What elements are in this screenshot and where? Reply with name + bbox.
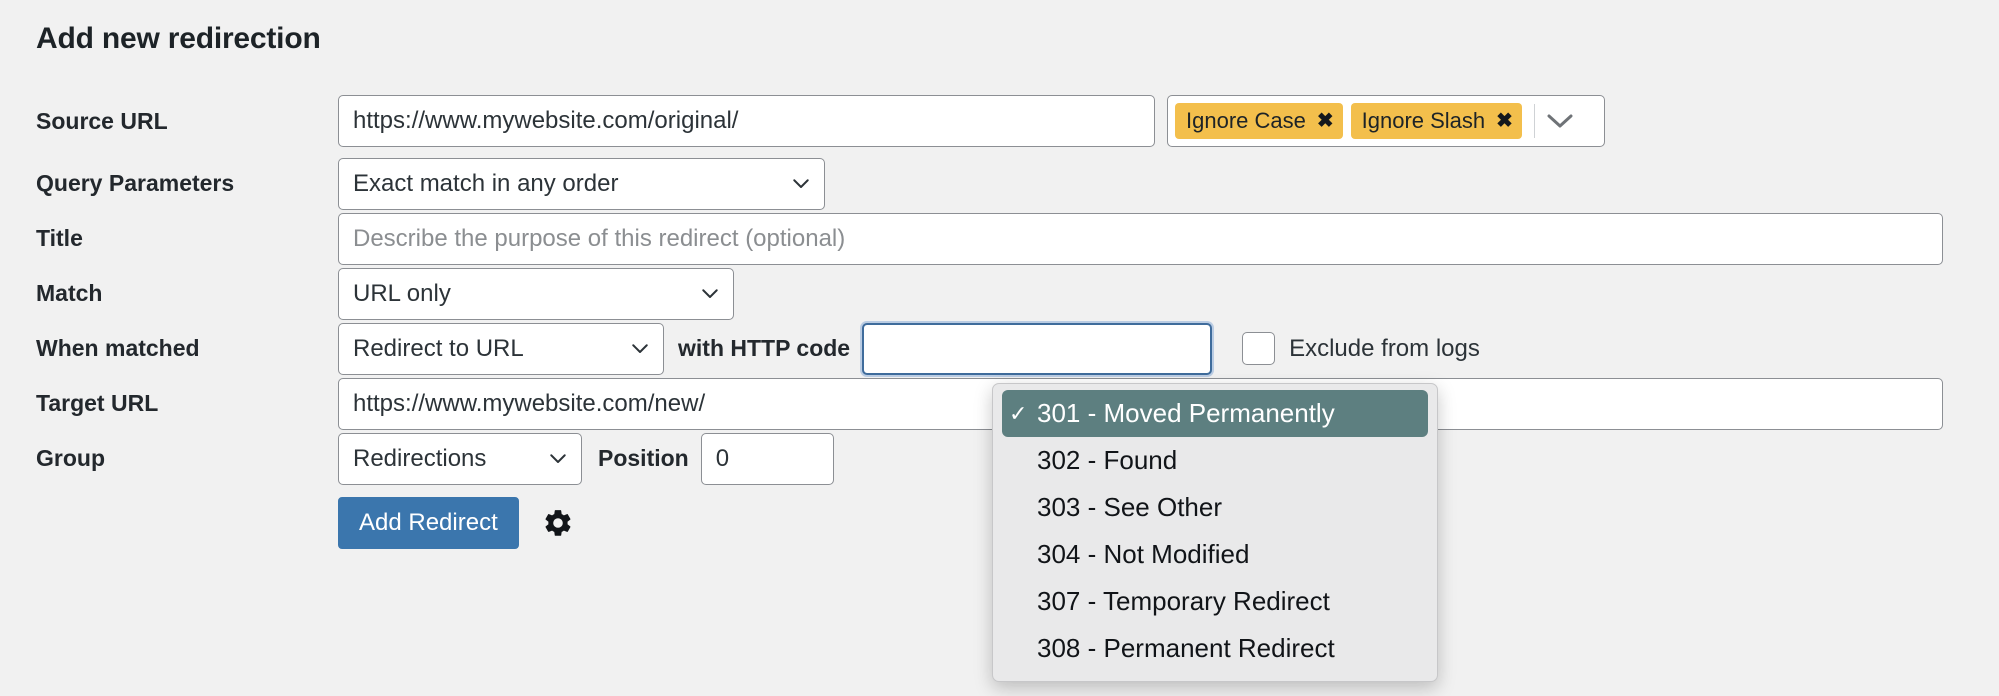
chevron-down-icon xyxy=(549,450,567,468)
dropdown-option-303[interactable]: 303 - See Other xyxy=(993,484,1437,531)
title-input[interactable]: Describe the purpose of this redirect (o… xyxy=(338,213,1943,265)
match-select[interactable]: URL only xyxy=(338,268,734,320)
title-label: Title xyxy=(0,225,338,252)
source-url-field-area: https://www.mywebsite.com/original/ Igno… xyxy=(338,95,1999,147)
group-label: Group xyxy=(0,445,338,472)
gear-icon[interactable] xyxy=(541,506,575,540)
match-label: Match xyxy=(0,280,338,307)
flags-divider xyxy=(1534,104,1535,138)
http-code-select[interactable] xyxy=(862,323,1212,375)
flag-tag-label: Ignore Case xyxy=(1186,108,1306,134)
dropdown-option-label: 303 - See Other xyxy=(1037,492,1222,523)
flag-tag-label: Ignore Slash xyxy=(1362,108,1486,134)
query-parameters-label: Query Parameters xyxy=(0,170,338,197)
form-row-query-parameters: Query Parameters Exact match in any orde… xyxy=(0,156,1999,211)
remove-flag-icon[interactable]: ✖ xyxy=(1496,111,1513,131)
chevron-down-icon xyxy=(792,175,810,193)
when-matched-field-area: Redirect to URL with HTTP code Exclude f… xyxy=(338,323,1999,375)
query-parameters-select[interactable]: Exact match in any order xyxy=(338,158,825,210)
dropdown-option-label: 302 - Found xyxy=(1037,445,1177,476)
match-select-value: URL only xyxy=(353,280,451,308)
form-row-match: Match URL only xyxy=(0,266,1999,321)
title-field-area: Describe the purpose of this redirect (o… xyxy=(338,213,1999,265)
when-matched-select[interactable]: Redirect to URL xyxy=(338,323,664,375)
chevron-down-icon xyxy=(631,340,649,358)
target-url-label: Target URL xyxy=(0,390,338,417)
page-title: Add new redirection xyxy=(36,22,321,56)
dropdown-option-label: 301 - Moved Permanently xyxy=(1037,398,1335,429)
dropdown-option-308[interactable]: 308 - Permanent Redirect xyxy=(993,625,1437,672)
group-select-value: Redirections xyxy=(353,445,486,473)
match-field-area: URL only xyxy=(338,268,1999,320)
form-row-title: Title Describe the purpose of this redir… xyxy=(0,211,1999,266)
dropdown-option-label: 308 - Permanent Redirect xyxy=(1037,633,1335,664)
add-redirect-button[interactable]: Add Redirect xyxy=(338,497,519,549)
source-url-label: Source URL xyxy=(0,108,338,135)
form-row-source-url: Source URL https://www.mywebsite.com/ori… xyxy=(0,86,1999,156)
source-url-input[interactable]: https://www.mywebsite.com/original/ xyxy=(338,95,1155,147)
form-row-when-matched: When matched Redirect to URL with HTTP c… xyxy=(0,321,1999,376)
exclude-from-logs-label: Exclude from logs xyxy=(1289,335,1480,363)
dropdown-option-label: 307 - Temporary Redirect xyxy=(1037,586,1330,617)
exclude-from-logs-control[interactable]: Exclude from logs xyxy=(1242,332,1480,365)
position-input[interactable]: 0 xyxy=(701,433,834,485)
dropdown-option-307[interactable]: 307 - Temporary Redirect xyxy=(993,578,1437,625)
dropdown-option-302[interactable]: 302 - Found xyxy=(993,437,1437,484)
when-matched-label: When matched xyxy=(0,335,338,362)
when-matched-select-value: Redirect to URL xyxy=(353,335,524,363)
query-parameters-field-area: Exact match in any order xyxy=(338,158,1999,210)
flag-tag-ignore-case[interactable]: Ignore Case ✖ xyxy=(1175,103,1343,139)
group-select[interactable]: Redirections xyxy=(338,433,582,485)
remove-flag-icon[interactable]: ✖ xyxy=(1317,111,1334,131)
dropdown-option-301[interactable]: ✓ 301 - Moved Permanently xyxy=(1002,390,1428,437)
flag-tag-ignore-slash[interactable]: Ignore Slash ✖ xyxy=(1351,103,1522,139)
dropdown-option-label: 304 - Not Modified xyxy=(1037,539,1249,570)
check-icon: ✓ xyxy=(1009,401,1037,427)
add-redirection-form-page: Add new redirection Source URL https://w… xyxy=(0,0,1999,696)
exclude-from-logs-checkbox[interactable] xyxy=(1242,332,1275,365)
source-url-flags-box[interactable]: Ignore Case ✖ Ignore Slash ✖ xyxy=(1167,95,1605,147)
query-parameters-select-value: Exact match in any order xyxy=(353,170,618,198)
chevron-down-icon xyxy=(701,285,719,303)
dropdown-option-304[interactable]: 304 - Not Modified xyxy=(993,531,1437,578)
position-label: Position xyxy=(598,445,689,472)
chevron-down-icon[interactable] xyxy=(1537,96,1583,146)
with-http-code-text: with HTTP code xyxy=(678,335,850,362)
http-code-dropdown-menu[interactable]: ✓ 301 - Moved Permanently 302 - Found 30… xyxy=(992,383,1438,682)
